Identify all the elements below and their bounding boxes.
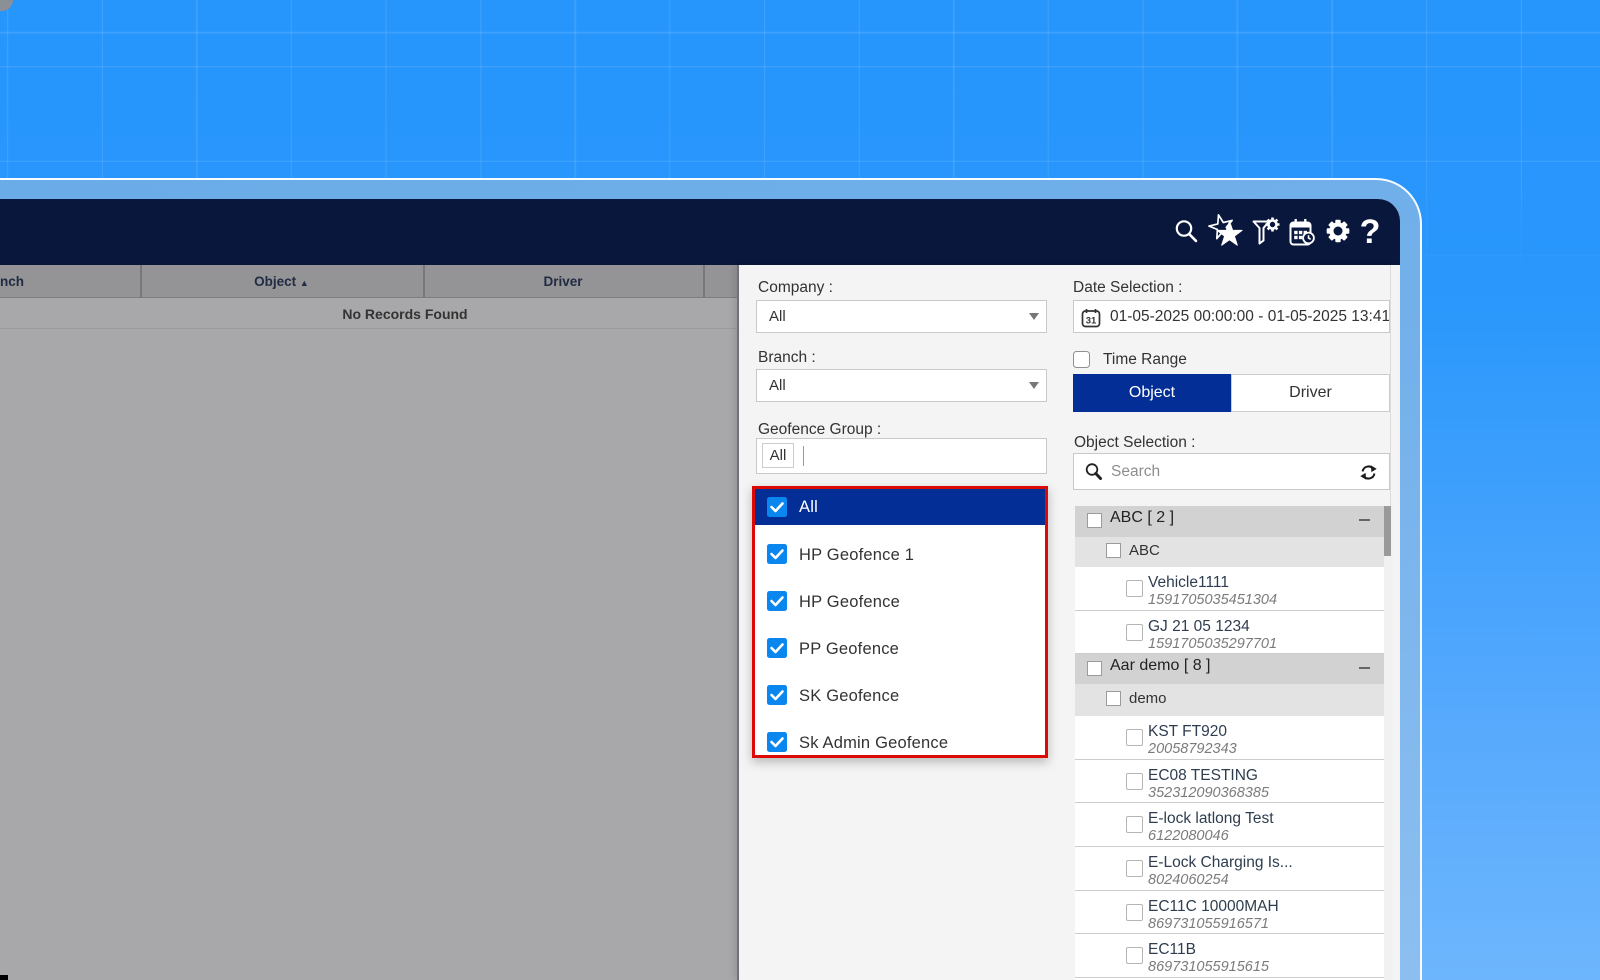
svg-text:31: 31 <box>1086 315 1097 326</box>
